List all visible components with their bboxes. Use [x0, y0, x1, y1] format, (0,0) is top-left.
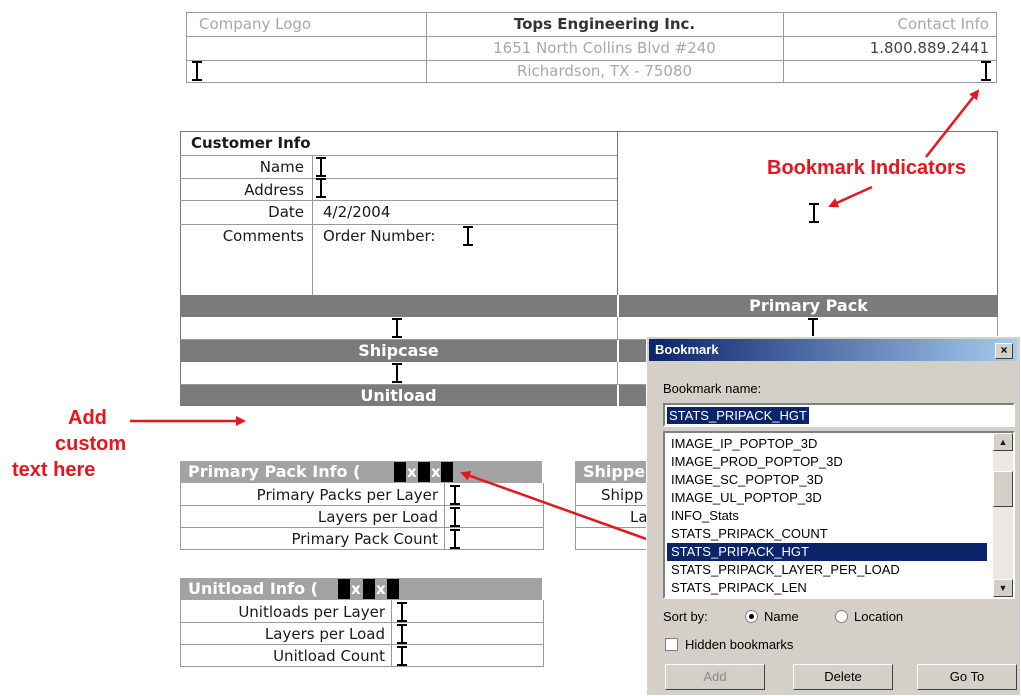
arrow-to-customer-bookmark: [828, 185, 873, 208]
bookmark-dialog: Bookmark × Bookmark name: STATS_PRIPACK_…: [646, 336, 1021, 696]
list-item[interactable]: INFO_Stats: [671, 507, 739, 525]
list-item[interactable]: IMAGE_UL_POPTOP_3D: [671, 489, 822, 507]
hidden-bookmarks-checkbox[interactable]: [665, 638, 678, 651]
delete-button[interactable]: Delete: [793, 664, 893, 690]
sort-location-radio[interactable]: [835, 610, 848, 623]
list-item[interactable]: IMAGE_SC_POPTOP_3D: [671, 471, 823, 489]
list-item[interactable]: STATS_PRIPACK_LAYER_PER_LOAD: [671, 561, 900, 579]
list-item[interactable]: STATS_PRIPACK_LEN: [671, 579, 807, 597]
list-item[interactable]: IMAGE_PROD_POPTOP_3D: [671, 453, 843, 471]
bookmark-name-value: STATS_PRIPACK_HGT: [667, 407, 809, 424]
dialog-title-bar[interactable]: Bookmark ×: [649, 339, 1017, 361]
list-item[interactable]: IMAGE_IP_POPTOP_3D: [671, 435, 817, 453]
bookmark-name-input[interactable]: STATS_PRIPACK_HGT: [663, 403, 1015, 427]
scroll-thumb[interactable]: [993, 471, 1013, 507]
arrow-to-selected-bookmark: [460, 470, 667, 548]
list-scrollbar[interactable]: ▲ ▼: [993, 433, 1013, 597]
sort-by-label: Sort by:: [663, 609, 708, 624]
add-button[interactable]: Add: [665, 664, 765, 690]
list-item[interactable]: STATS_PRIPACK_COUNT: [671, 525, 828, 543]
hidden-bookmarks-label[interactable]: Hidden bookmarks: [685, 637, 793, 652]
bookmark-name-label: Bookmark name:: [663, 381, 762, 396]
scroll-up-icon[interactable]: ▲: [993, 433, 1013, 451]
sort-name-label[interactable]: Name: [764, 609, 799, 624]
scroll-down-icon[interactable]: ▼: [993, 579, 1013, 597]
arrow-to-header-bookmark: [925, 89, 980, 158]
dialog-title: Bookmark: [655, 342, 719, 357]
bookmark-list[interactable]: IMAGE_IP_POPTOP_3D IMAGE_PROD_POPTOP_3D …: [663, 431, 1015, 599]
close-icon[interactable]: ×: [995, 343, 1013, 359]
sort-location-label[interactable]: Location: [854, 609, 903, 624]
go-to-button[interactable]: Go To: [917, 664, 1017, 690]
sort-name-radio[interactable]: [745, 610, 758, 623]
list-item-selected[interactable]: STATS_PRIPACK_HGT: [667, 543, 987, 561]
